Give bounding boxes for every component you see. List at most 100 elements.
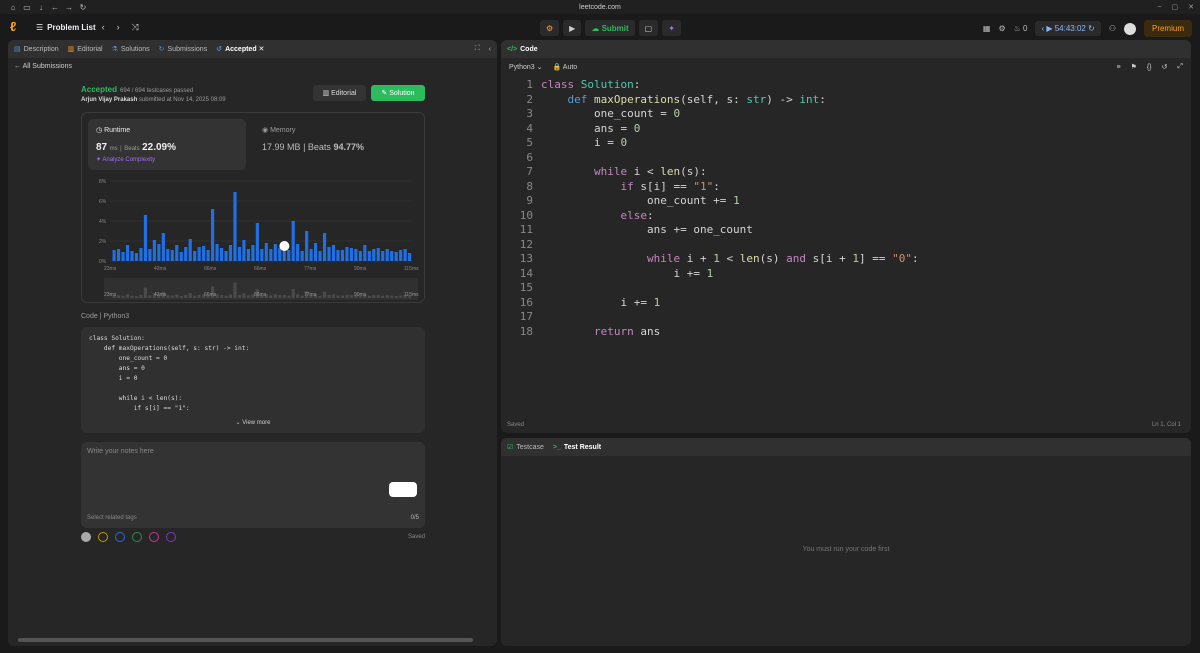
mini-bar bbox=[372, 295, 376, 298]
shuffle-icon[interactable]: ⤨ bbox=[132, 22, 139, 33]
chart-bar bbox=[300, 251, 304, 261]
language-select[interactable]: Python3 ⌄ bbox=[509, 63, 543, 71]
runtime-distribution-chart[interactable]: 8%6%4%2%0%23ms 42ms 66ms 66ms 77ms 90ms 115ms2… bbox=[82, 113, 426, 304]
mini-bar bbox=[394, 295, 398, 298]
avatar[interactable] bbox=[1123, 22, 1136, 35]
layout-icon[interactable]: ▦ bbox=[983, 24, 991, 33]
mini-bar bbox=[193, 295, 197, 298]
chart-bar bbox=[237, 247, 242, 261]
settings-icon[interactable]: ⚙ bbox=[998, 24, 1005, 33]
mini-bar bbox=[166, 295, 170, 298]
close-tab-icon[interactable]: ✕ bbox=[259, 46, 265, 53]
tab-testcase[interactable]: ☑ Testcase bbox=[507, 443, 544, 451]
chart-bar bbox=[394, 252, 398, 261]
submit-button[interactable]: ☁ Submit bbox=[585, 20, 635, 36]
mini-bar bbox=[336, 295, 340, 298]
chart-bar bbox=[287, 250, 291, 261]
chart-bar bbox=[367, 251, 371, 261]
debug-button[interactable]: ⚙ bbox=[540, 20, 560, 36]
mini-x-tick-label: 66ms bbox=[254, 292, 267, 298]
run-actions: ⚙ ▶ ☁ Submit ▢ ✦ bbox=[540, 20, 681, 36]
chart-bar bbox=[242, 240, 246, 261]
editor-toolbar: Python3 ⌄ 🔒 Auto ≡ ⚑ {} ↺ ⤢ bbox=[501, 58, 1191, 76]
horizontal-scrollbar[interactable] bbox=[18, 638, 473, 642]
tags-select[interactable]: Select related tags bbox=[87, 515, 137, 521]
mini-bar bbox=[273, 294, 277, 298]
mini-bar bbox=[125, 294, 130, 298]
view-more-button[interactable]: ⌄ View more bbox=[81, 418, 425, 428]
stats-box: ◷ Runtime 87 ms | Beats 22.09% ✦ Analyze… bbox=[81, 112, 425, 303]
cursor-position[interactable]: Ln 1, Col 1 bbox=[1152, 422, 1181, 428]
x-tick-label: 77ms bbox=[304, 266, 317, 272]
leetcode-logo-icon[interactable]: ℓ bbox=[10, 20, 24, 34]
run-first-message: You must run your code first bbox=[802, 546, 890, 553]
next-problem-button[interactable]: › bbox=[117, 22, 120, 32]
tab-editorial[interactable]: ▥ Editorial bbox=[68, 45, 103, 53]
bookmark-icon[interactable]: ⚑ bbox=[1131, 63, 1137, 71]
mini-x-tick-label: 90ms bbox=[354, 292, 367, 298]
mini-bar bbox=[170, 295, 174, 298]
solution-button[interactable]: ✎ Solution bbox=[371, 85, 425, 101]
x-tick-label: 66ms bbox=[254, 266, 267, 272]
chart-bar bbox=[278, 248, 282, 261]
premium-button[interactable]: Premium bbox=[1143, 20, 1192, 37]
assistant-icon[interactable] bbox=[389, 482, 417, 497]
tab-solutions[interactable]: ⚗ Solutions bbox=[112, 45, 150, 53]
chart-bar bbox=[408, 253, 412, 261]
auto-toggle[interactable]: 🔒 Auto bbox=[553, 63, 578, 71]
format-icon[interactable]: ≡ bbox=[1116, 64, 1120, 71]
color-pink[interactable] bbox=[149, 532, 159, 542]
mini-bar bbox=[134, 296, 139, 298]
notes-box[interactable]: Write your notes here Select related tag… bbox=[81, 442, 425, 528]
submission-author: Arjun Vijay Prakash submitted at Nov 14,… bbox=[81, 97, 226, 103]
braces-icon[interactable]: {} bbox=[1147, 64, 1152, 71]
expand-icon[interactable]: ⤢ bbox=[1177, 63, 1183, 71]
editor-status: Saved Ln 1, Col 1 bbox=[507, 422, 1181, 428]
chart-bar bbox=[399, 250, 403, 261]
mini-x-tick-label: 42ms bbox=[154, 292, 167, 298]
chart-bar bbox=[296, 244, 300, 261]
x-tick-label: 23ms bbox=[104, 266, 117, 272]
status-accepted: Accepted 694 / 694 testcases passed bbox=[81, 85, 194, 94]
streak-counter[interactable]: ♨ 0 bbox=[1014, 24, 1028, 33]
mini-bar bbox=[130, 295, 134, 298]
author-name[interactable]: Arjun Vijay Prakash bbox=[81, 97, 137, 103]
run-button[interactable]: ▶ bbox=[563, 20, 582, 36]
add-user-icon[interactable]: ⚇ bbox=[1109, 24, 1116, 33]
chart-bar bbox=[161, 233, 165, 261]
chart-bar bbox=[291, 221, 295, 261]
timer[interactable]: ‹ ▶ 54:43:02 ↻ bbox=[1035, 21, 1101, 36]
color-gray[interactable] bbox=[81, 532, 91, 542]
tab-submissions[interactable]: ↻ Submissions bbox=[159, 45, 208, 53]
chart-bar bbox=[354, 249, 358, 261]
color-purple[interactable] bbox=[166, 532, 176, 542]
mini-bar bbox=[184, 294, 188, 298]
fullscreen-icon[interactable]: ⛶ bbox=[475, 45, 480, 53]
reset-icon[interactable]: ↺ bbox=[1162, 63, 1168, 71]
chart-bar bbox=[363, 245, 367, 261]
x-tick-label: 42ms bbox=[154, 266, 167, 272]
url-text[interactable]: leetcode.com bbox=[0, 4, 1200, 11]
tab-code[interactable]: </> Code bbox=[507, 46, 538, 53]
ai-icon[interactable]: ✦ bbox=[662, 20, 681, 36]
tab-description[interactable]: ▤ Description bbox=[14, 45, 59, 53]
notes-input[interactable]: Write your notes here bbox=[87, 448, 154, 455]
collapse-icon[interactable]: ‹ bbox=[489, 46, 491, 53]
tab-test-result[interactable]: >_ Test Result bbox=[553, 444, 601, 451]
notes-icon[interactable]: ▢ bbox=[638, 20, 659, 36]
chart-bar bbox=[206, 250, 210, 261]
color-blue[interactable] bbox=[115, 532, 125, 542]
chart-bar bbox=[179, 252, 183, 261]
chart-bar bbox=[349, 248, 353, 261]
x-tick-label: 66ms bbox=[204, 266, 217, 272]
tab-accepted[interactable]: ↺ Accepted ✕ bbox=[216, 45, 264, 53]
problem-list-link[interactable]: ☰ Problem List bbox=[36, 23, 96, 32]
mini-bar bbox=[148, 295, 152, 298]
mini-bar bbox=[331, 294, 336, 298]
editorial-button[interactable]: ▥ Editorial bbox=[313, 85, 366, 101]
chart-bar bbox=[381, 251, 385, 261]
color-green[interactable] bbox=[132, 532, 142, 542]
color-yellow[interactable] bbox=[98, 532, 108, 542]
back-link[interactable]: ← All Submissions bbox=[8, 58, 497, 75]
prev-problem-button[interactable]: ‹ bbox=[102, 22, 105, 32]
